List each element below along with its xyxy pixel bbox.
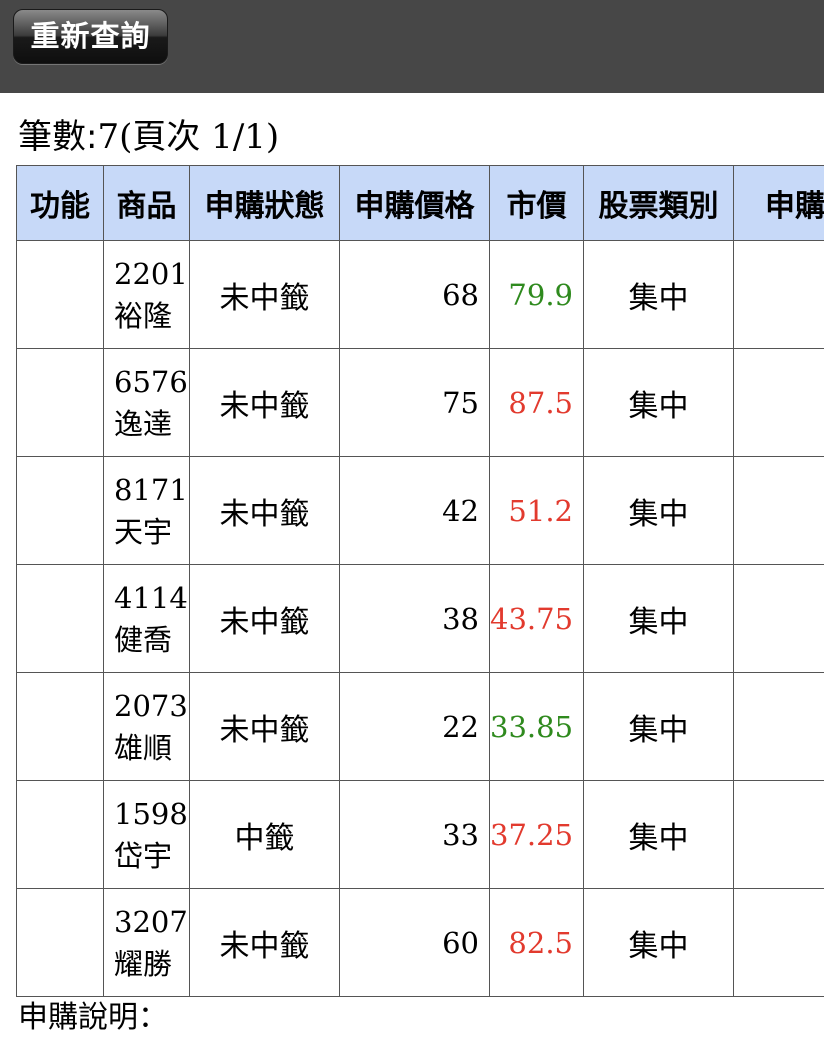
subscription-table-container[interactable]: 功能 商品 申購狀態 申購價格 市價 股票類別 申購股數 2201裕隆未中籤68… xyxy=(16,165,824,997)
table-header-row: 功能 商品 申購狀態 申購價格 市價 股票類別 申購股數 xyxy=(17,166,824,241)
table-row: 1598岱宇中籤3337.25集中1,000 xyxy=(17,781,824,889)
function-cell[interactable] xyxy=(17,241,104,349)
subscription-price: 22 xyxy=(340,673,490,781)
function-cell[interactable] xyxy=(17,673,104,781)
subscription-quantity: 1,000 xyxy=(734,241,824,349)
subscription-quantity: 1,000 xyxy=(734,565,824,673)
stock-type: 集中 xyxy=(584,565,734,673)
product-cell: 1598岱宇 xyxy=(104,781,190,889)
count-value: 7 xyxy=(97,117,119,157)
stock-type: 集中 xyxy=(584,457,734,565)
subscription-price: 33 xyxy=(340,781,490,889)
table-row: 2073雄順未中籤2233.85集中1,000 xyxy=(17,673,824,781)
market-price: 79.9 xyxy=(490,241,584,349)
product-name: 逸達 xyxy=(114,403,189,445)
table-row: 6576逸達未中籤7587.5集中1,000 xyxy=(17,349,824,457)
header-product: 商品 xyxy=(104,166,190,241)
subscription-status: 未中籤 xyxy=(190,673,340,781)
subscription-table: 功能 商品 申購狀態 申購價格 市價 股票類別 申購股數 2201裕隆未中籤68… xyxy=(16,165,824,997)
requery-button[interactable]: 重新查詢 xyxy=(13,9,168,64)
subscription-status: 未中籤 xyxy=(190,241,340,349)
product-cell: 2073雄順 xyxy=(104,673,190,781)
subscription-price: 38 xyxy=(340,565,490,673)
top-toolbar: 重新查詢 xyxy=(0,0,824,93)
function-cell[interactable] xyxy=(17,889,104,997)
product-name: 天宇 xyxy=(114,511,189,553)
market-price: 37.25 xyxy=(490,781,584,889)
stock-type: 集中 xyxy=(584,349,734,457)
header-status: 申購狀態 xyxy=(190,166,340,241)
product-name: 裕隆 xyxy=(114,295,189,337)
market-price: 33.85 xyxy=(490,673,584,781)
header-price: 申購價格 xyxy=(340,166,490,241)
subscription-quantity: 1,000 xyxy=(734,889,824,997)
market-price: 82.5 xyxy=(490,889,584,997)
subscription-price: 60 xyxy=(340,889,490,997)
stock-type: 集中 xyxy=(584,673,734,781)
product-cell: 6576逸達 xyxy=(104,349,190,457)
function-cell[interactable] xyxy=(17,349,104,457)
page-open: ( xyxy=(119,117,132,157)
table-row: 4114健喬未中籤3843.75集中1,000 xyxy=(17,565,824,673)
subscription-notes-heading: 申購說明： xyxy=(18,998,168,1038)
header-stock-type: 股票類別 xyxy=(584,166,734,241)
subscription-quantity: 1,000 xyxy=(734,457,824,565)
subscription-status: 未中籤 xyxy=(190,565,340,673)
market-price: 51.2 xyxy=(490,457,584,565)
product-code: 1598 xyxy=(114,793,189,835)
subscription-price: 68 xyxy=(340,241,490,349)
subscription-quantity: 1,000 xyxy=(734,781,824,889)
table-row: 3207耀勝未中籤6082.5集中1,000 xyxy=(17,889,824,997)
table-row: 8171天宇未中籤4251.2集中1,000 xyxy=(17,457,824,565)
product-name: 岱宇 xyxy=(114,835,189,877)
subscription-price: 42 xyxy=(340,457,490,565)
product-code: 4114 xyxy=(114,577,189,619)
subscription-quantity: 1,000 xyxy=(734,349,824,457)
function-cell[interactable] xyxy=(17,457,104,565)
function-cell[interactable] xyxy=(17,781,104,889)
stock-type: 集中 xyxy=(584,889,734,997)
record-count: 筆數:7(頁次 1/1) xyxy=(18,115,279,159)
product-cell: 3207耀勝 xyxy=(104,889,190,997)
product-cell: 2201裕隆 xyxy=(104,241,190,349)
subscription-status: 未中籤 xyxy=(190,457,340,565)
header-quantity: 申購股數 xyxy=(734,166,824,241)
subscription-quantity: 1,000 xyxy=(734,673,824,781)
count-prefix: 筆數: xyxy=(18,117,97,157)
header-market-price: 市價 xyxy=(490,166,584,241)
product-code: 6576 xyxy=(114,361,189,403)
page-word: 頁次 xyxy=(132,117,200,157)
subscription-status: 未中籤 xyxy=(190,889,340,997)
subscription-price: 75 xyxy=(340,349,490,457)
stock-type: 集中 xyxy=(584,241,734,349)
product-code: 2201 xyxy=(114,253,189,295)
table-row: 2201裕隆未中籤6879.9集中1,000 xyxy=(17,241,824,349)
market-price: 43.75 xyxy=(490,565,584,673)
product-cell: 4114健喬 xyxy=(104,565,190,673)
subscription-status: 未中籤 xyxy=(190,349,340,457)
stock-type: 集中 xyxy=(584,781,734,889)
product-code: 2073 xyxy=(114,685,189,727)
market-price: 87.5 xyxy=(490,349,584,457)
product-name: 耀勝 xyxy=(114,943,189,985)
product-name: 健喬 xyxy=(114,619,189,661)
product-code: 8171 xyxy=(114,469,189,511)
page-value: 1/1) xyxy=(200,117,279,157)
subscription-status: 中籤 xyxy=(190,781,340,889)
product-cell: 8171天宇 xyxy=(104,457,190,565)
product-name: 雄順 xyxy=(114,727,189,769)
header-function: 功能 xyxy=(17,166,104,241)
product-code: 3207 xyxy=(114,901,189,943)
function-cell[interactable] xyxy=(17,565,104,673)
